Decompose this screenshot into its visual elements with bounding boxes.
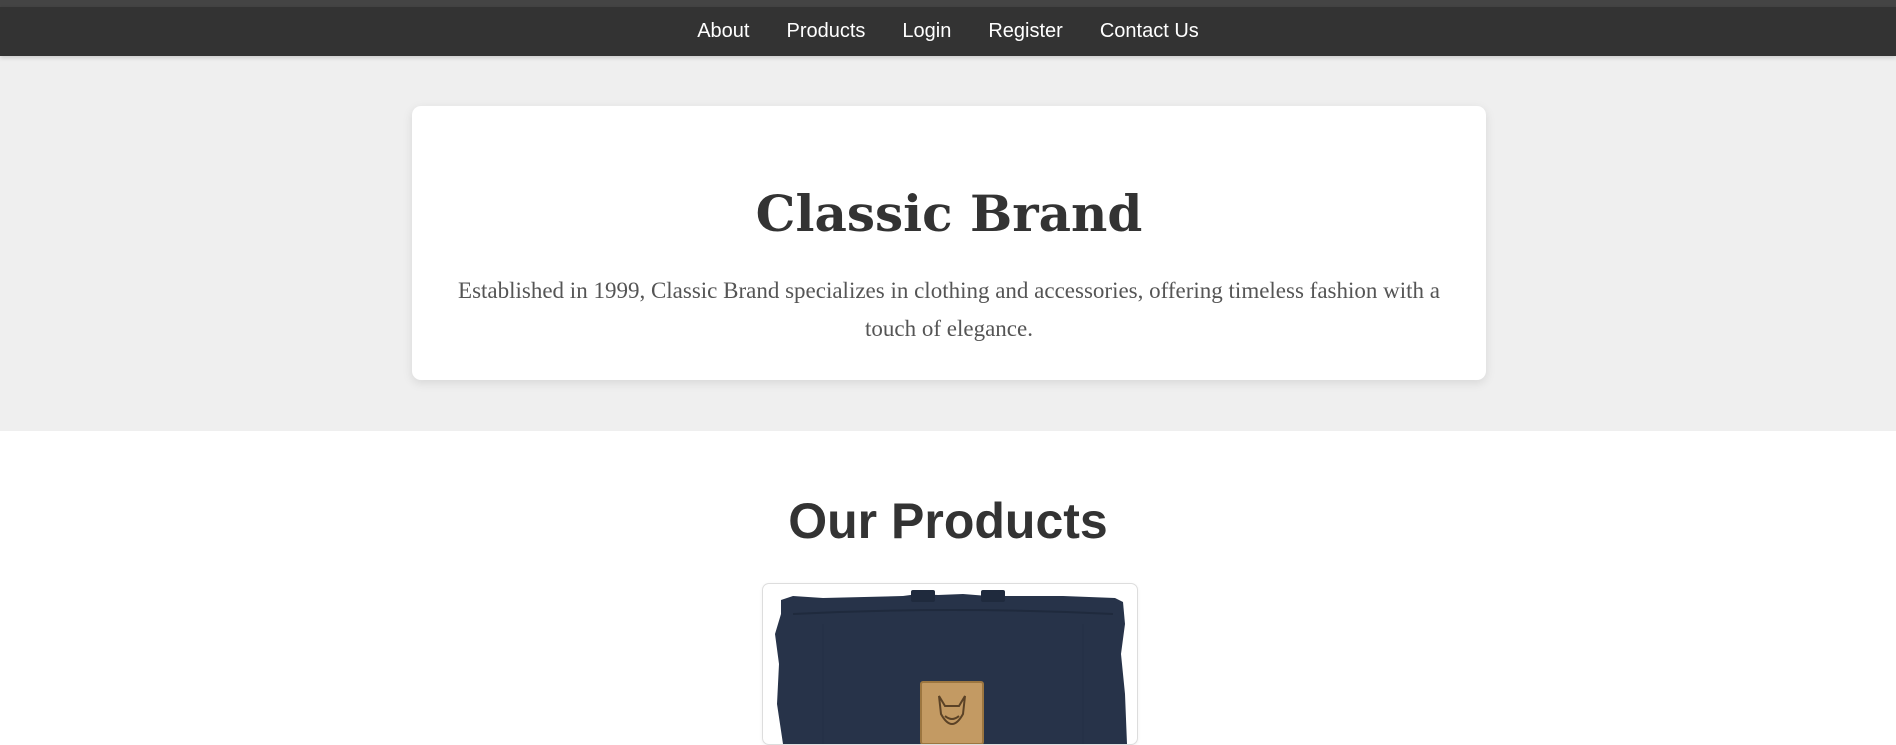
navy-backpack-image[interactable] [763, 584, 1137, 744]
leather-patch [920, 681, 984, 744]
brand-intro-card: Classic Brand Established in 1999, Class… [412, 106, 1486, 380]
brand-title: Classic Brand [755, 184, 1143, 243]
nav-link-login[interactable]: Login [902, 7, 951, 56]
nav-link-register[interactable]: Register [988, 7, 1062, 56]
nav-link-about[interactable]: About [697, 7, 749, 56]
backpack-strap-right [981, 590, 1005, 602]
top-strip [0, 0, 1896, 7]
main-navigation: About Products Login Register Contact Us [0, 7, 1896, 56]
backpack-strap-left [911, 590, 935, 602]
hero-section: Classic Brand Established in 1999, Class… [0, 56, 1896, 431]
products-heading: Our Products [788, 493, 1108, 549]
product-card[interactable] [762, 583, 1138, 745]
brand-description: Established in 1999, Classic Brand speci… [458, 278, 1440, 341]
nav-link-products[interactable]: Products [786, 7, 865, 56]
products-section: Our Products [0, 431, 1896, 745]
nav-link-contact-us[interactable]: Contact Us [1100, 7, 1199, 56]
